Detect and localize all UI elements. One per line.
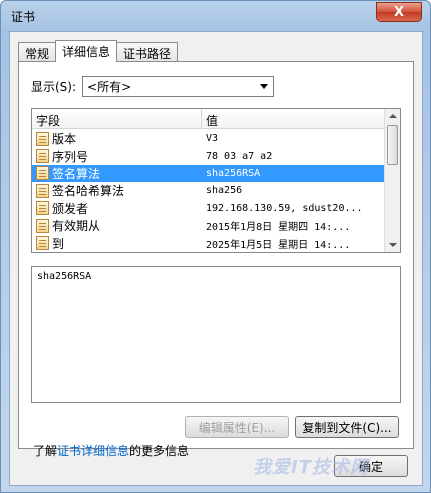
- row-value: sha256: [206, 185, 243, 197]
- row-value: 192.168.130.59, sdust20...: [206, 202, 363, 214]
- close-button[interactable]: X: [376, 2, 422, 22]
- row-field: 有效期从: [52, 219, 101, 234]
- row-field: 序列号: [52, 149, 89, 164]
- show-row: 显示(S): <所有>: [31, 76, 275, 97]
- certificate-field-icon: [36, 166, 49, 181]
- tab-cert-path[interactable]: 证书路径: [116, 42, 179, 62]
- certificate-field-icon: [36, 149, 49, 164]
- certificate-field-icon: [36, 236, 49, 251]
- row-value: sha256RSA: [206, 167, 261, 179]
- certificate-details-link[interactable]: 证书详细信息: [57, 444, 129, 458]
- scroll-down-icon[interactable]: [389, 243, 397, 247]
- row-field: 到: [52, 236, 65, 251]
- list-row[interactable]: 颁发者 192.168.130.59, sdust20...: [32, 200, 386, 217]
- list-row[interactable]: 签名哈希算法 sha256: [32, 182, 386, 199]
- edit-properties-button[interactable]: 编辑属性(E)...: [185, 416, 289, 438]
- list-row[interactable]: 序列号 78 03 a7 a2: [32, 147, 386, 164]
- header-field[interactable]: 字段: [32, 109, 202, 128]
- learn-more-text: 了解证书详细信息的更多信息: [33, 442, 189, 459]
- copy-to-file-button[interactable]: 复制到文件(C)...: [295, 416, 399, 438]
- dialog-client: 常规 详细信息 证书路径 显示(S): <所有> 字段 值 版本 V3 序列号 …: [9, 31, 423, 486]
- value-detail-box[interactable]: sha256RSA: [31, 266, 401, 403]
- list-row[interactable]: 有效期从 2015年1月8日 星期四 14:...: [32, 217, 386, 234]
- fields-list[interactable]: 字段 值 版本 V3 序列号 78 03 a7 a2 签名算法 sha256RS…: [31, 108, 401, 253]
- row-field: 签名算法: [52, 166, 101, 181]
- certificate-field-icon: [36, 218, 49, 233]
- learn-more-suffix: 的更多信息: [129, 444, 190, 458]
- tab-bar: 常规 详细信息 证书路径: [18, 40, 179, 62]
- window-title: 证书: [11, 10, 36, 24]
- list-header: 字段 值: [32, 109, 400, 129]
- learn-more-prefix: 了解: [33, 444, 58, 458]
- row-field: 版本: [52, 132, 77, 147]
- row-field: 颁发者: [52, 201, 89, 216]
- details-panel: 显示(S): <所有> 字段 值 版本 V3 序列号 78 03 a7 a2 签…: [18, 61, 414, 458]
- show-select[interactable]: <所有>: [82, 76, 275, 97]
- list-row-selected[interactable]: 签名算法 sha256RSA: [32, 164, 386, 183]
- tab-general[interactable]: 常规: [18, 42, 57, 62]
- show-select-value: <所有>: [87, 80, 132, 94]
- certificate-field-icon: [36, 183, 49, 198]
- tab-details[interactable]: 详细信息: [55, 40, 118, 62]
- close-icon: X: [393, 4, 405, 20]
- list-row[interactable]: 到 2025年1月5日 星期日 14:...: [32, 234, 386, 251]
- row-value: 78 03 a7 a2: [206, 150, 273, 162]
- scroll-up-icon[interactable]: [389, 114, 397, 118]
- chevron-down-icon: [260, 84, 269, 89]
- scroll-thumb[interactable]: [387, 125, 398, 165]
- list-row[interactable]: 版本 V3: [32, 130, 386, 147]
- row-field: 签名哈希算法: [52, 184, 125, 199]
- list-rows: 版本 V3 序列号 78 03 a7 a2 签名算法 sha256RSA 签名哈…: [32, 130, 386, 252]
- show-label: 显示(S):: [31, 80, 77, 94]
- certificate-window: 证书 X 常规 详细信息 证书路径 显示(S): <所有> 字段 值 版本 V3…: [0, 0, 431, 493]
- title-bar: 证书 X: [1, 1, 430, 29]
- certificate-field-icon: [36, 201, 49, 216]
- row-value: 2015年1月8日 星期四 14:...: [206, 222, 351, 234]
- list-scrollbar[interactable]: [384, 109, 400, 252]
- watermark-text: 我爱IT技术网: [253, 457, 369, 478]
- row-value: 2025年1月5日 星期日 14:...: [206, 239, 351, 251]
- header-value[interactable]: 值: [202, 109, 400, 128]
- row-value: V3: [206, 133, 219, 145]
- certificate-field-icon: [36, 131, 49, 146]
